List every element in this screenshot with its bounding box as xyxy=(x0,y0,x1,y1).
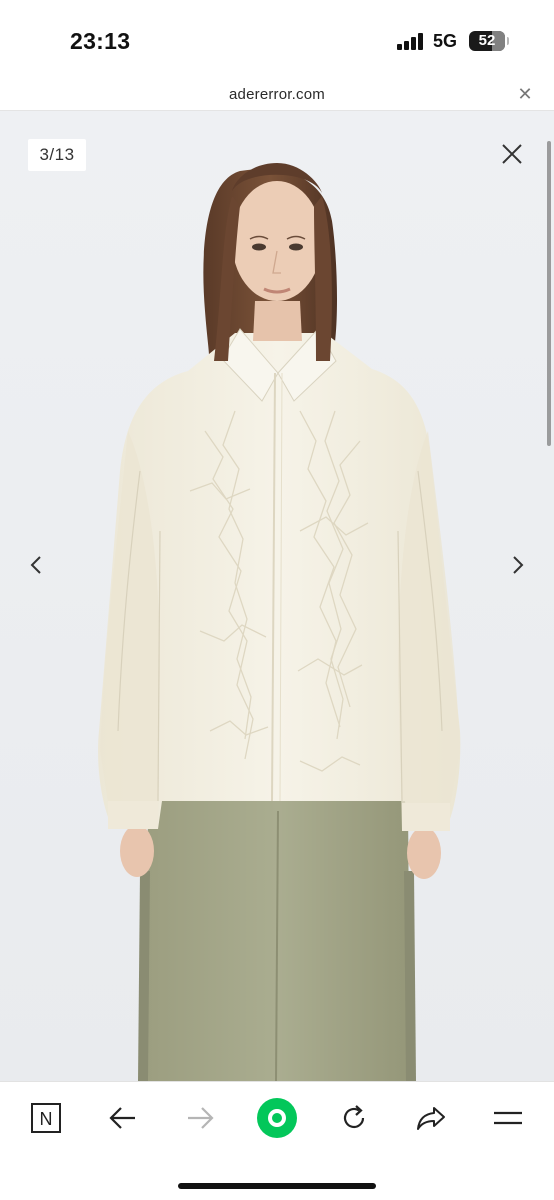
forward-button[interactable] xyxy=(178,1098,222,1138)
menu-icon xyxy=(494,1111,522,1125)
naver-home-icon: N xyxy=(31,1103,61,1133)
svg-text:N: N xyxy=(40,1109,53,1129)
green-search-icon xyxy=(257,1098,297,1138)
share-button[interactable] xyxy=(409,1098,453,1138)
network-type: 5G xyxy=(433,31,458,51)
browser-toolbar: N xyxy=(0,1081,554,1200)
cellular-signal-icon xyxy=(397,33,425,50)
image-counter: 3/13 xyxy=(28,139,86,171)
status-bar: 23:13 5G 52 xyxy=(0,0,554,78)
image-viewer[interactable]: 3/13 xyxy=(0,111,554,1081)
battery-icon: 52 xyxy=(469,31,509,51)
reload-button[interactable] xyxy=(332,1098,376,1138)
chevron-left-icon[interactable] xyxy=(25,551,47,579)
chevron-right-icon[interactable] xyxy=(507,551,529,579)
close-icon[interactable] xyxy=(499,141,525,167)
menu-button[interactable] xyxy=(486,1098,530,1138)
product-photo xyxy=(0,111,554,1081)
naver-home-button[interactable]: N xyxy=(24,1098,68,1138)
battery-level: 52 xyxy=(478,32,496,49)
home-indicator[interactable] xyxy=(178,1183,376,1189)
back-button[interactable] xyxy=(101,1098,145,1138)
status-time: 23:13 xyxy=(70,28,131,54)
green-search-button[interactable] xyxy=(255,1098,299,1138)
forward-arrow-icon xyxy=(188,1107,214,1129)
share-icon xyxy=(417,1107,445,1130)
close-icon[interactable]: ✕ xyxy=(515,84,535,105)
url-bar: adererror.com ✕ xyxy=(0,78,554,111)
reload-icon xyxy=(343,1105,365,1129)
scrollbar[interactable] xyxy=(547,141,551,446)
back-arrow-icon xyxy=(109,1107,135,1129)
url-text[interactable]: adererror.com xyxy=(0,86,554,103)
